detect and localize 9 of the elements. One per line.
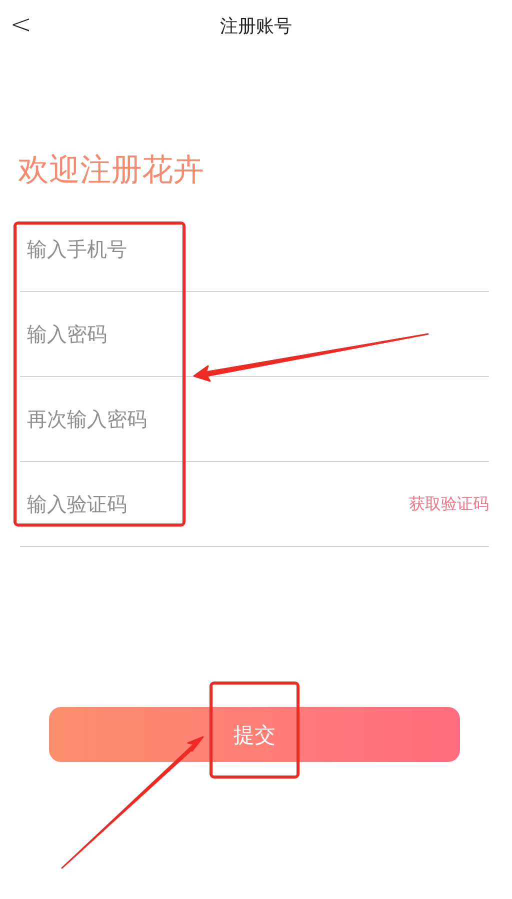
input-field[interactable]: 输入密码 <box>20 322 267 346</box>
back-button[interactable]: < <box>10 10 32 40</box>
get-code-link[interactable]: 获取验证码 <box>409 494 489 514</box>
input-field[interactable]: 再次输入密码 <box>20 407 267 431</box>
input-field[interactable]: 输入手机号 <box>20 237 267 261</box>
input-field[interactable]: 输入验证码 <box>20 492 267 516</box>
page-title: 注册账号 <box>220 15 292 38</box>
submit-button[interactable]: 提交 <box>49 707 460 762</box>
welcome-heading: 欢迎注册花卉 <box>18 151 205 190</box>
